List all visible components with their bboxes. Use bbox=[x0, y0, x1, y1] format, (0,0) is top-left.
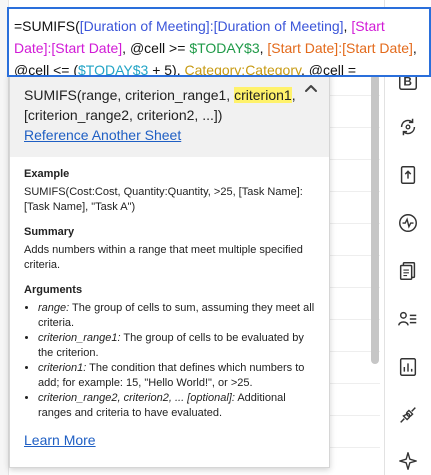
summary-heading: Summary bbox=[24, 226, 75, 238]
report-icon[interactable] bbox=[395, 354, 421, 380]
people-icon[interactable] bbox=[395, 306, 421, 332]
argument-item: range: The group of cells to sum, assumi… bbox=[38, 301, 315, 331]
argument-item: criterion_range2, criterion2, ... [optio… bbox=[38, 391, 315, 421]
function-help-body: Example SUMIFS(Cost:Cost, Quantity:Quant… bbox=[10, 157, 329, 460]
argument-item: criterion_range1: The group of cells to … bbox=[38, 331, 315, 361]
signature-text: SUMIFS(range, criterion_range1, bbox=[24, 87, 235, 103]
formula-editor[interactable]: =SUMIFS([Duration of Meeting]:[Duration … bbox=[7, 7, 431, 77]
chevron-up-icon[interactable] bbox=[303, 81, 319, 97]
formula-token: =SUMIFS( bbox=[14, 18, 80, 34]
argument-name: range: bbox=[38, 302, 70, 314]
argument-name: criterion1: bbox=[38, 362, 87, 374]
function-signature: SUMIFS(range, criterion_range1, criterio… bbox=[24, 85, 304, 125]
function-help-popup: SUMIFS(range, criterion_range1, criterio… bbox=[9, 72, 330, 468]
example-text: SUMIFS(Cost:Cost, Quantity:Quantity, >25… bbox=[24, 186, 303, 213]
example-heading: Example bbox=[24, 168, 70, 180]
summary-doc-icon[interactable] bbox=[395, 258, 421, 284]
argument-name: criterion_range2, criterion2, ... [optio… bbox=[38, 392, 235, 404]
argument-desc: The group of cells to sum, assuming they… bbox=[38, 302, 315, 329]
argument-item: criterion1: The condition that defines w… bbox=[38, 361, 315, 391]
argument-name: criterion_range1: bbox=[38, 332, 121, 344]
upload-icon[interactable] bbox=[395, 162, 421, 188]
arguments-list: range: The group of cells to sum, assumi… bbox=[24, 301, 315, 421]
summary-text: Adds numbers within a range that meet mu… bbox=[24, 244, 303, 271]
vertical-scrollbar[interactable] bbox=[371, 74, 379, 364]
sync-icon[interactable] bbox=[395, 114, 421, 140]
activity-icon[interactable] bbox=[395, 210, 421, 236]
formula-token: + 5), bbox=[148, 62, 185, 77]
reference-another-sheet-link[interactable]: Reference Another Sheet bbox=[24, 127, 181, 143]
function-help-header: SUMIFS(range, criterion_range1, criterio… bbox=[10, 73, 329, 157]
formula-token: , @cell = bbox=[300, 62, 360, 77]
app-root: =SUMIFS([Duration of Meeting]:[Duration … bbox=[0, 0, 431, 475]
formula-token: , @cell >= bbox=[122, 40, 190, 56]
formula-token: $TODAY$3 bbox=[189, 40, 260, 56]
formula-token: $TODAY$3 bbox=[78, 62, 149, 77]
connector-icon[interactable] bbox=[395, 402, 421, 428]
signature-current-arg: criterion1 bbox=[234, 87, 292, 103]
formula-token: [Duration of Meeting]:[Duration of Meeti… bbox=[79, 18, 344, 34]
formula-token: Category:Category bbox=[184, 62, 301, 77]
formula-token: [Start Date]:[Start Date] bbox=[267, 40, 413, 56]
sparkle-icon[interactable] bbox=[395, 448, 421, 474]
arguments-heading: Arguments bbox=[24, 284, 83, 296]
learn-more-link[interactable]: Learn More bbox=[24, 433, 96, 448]
